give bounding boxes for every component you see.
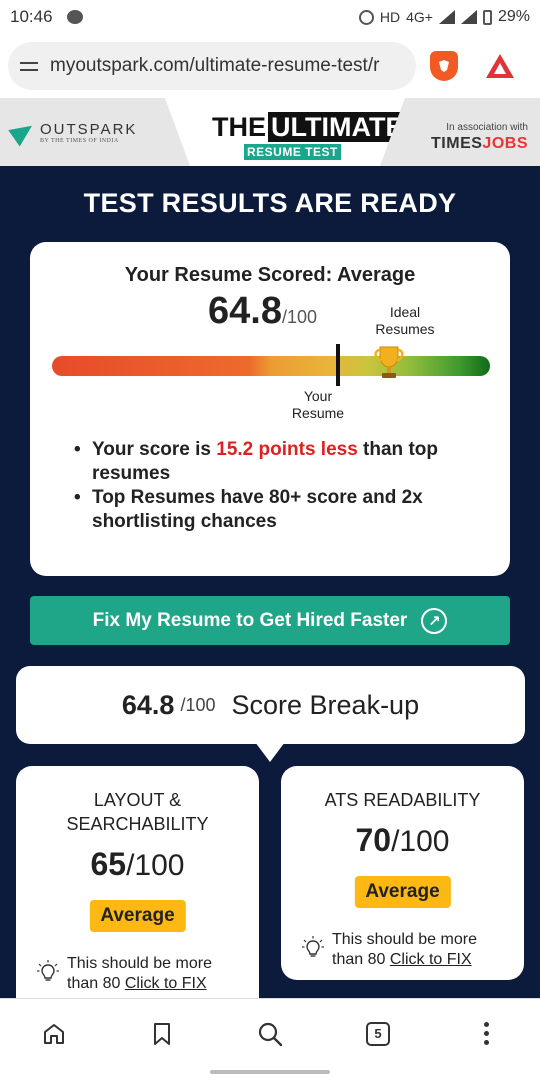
signal-icon-2 [460,10,477,24]
your-line-1: Your [303,388,333,404]
breakup-label: Score Break-up [231,689,420,720]
status-bar: 10:46 HD 4G+ 29% [0,0,540,34]
network-label: 4G+ [406,9,433,25]
hd-label: HD [379,9,401,25]
status-badge: Average [89,900,186,932]
search-button[interactable] [250,1014,290,1054]
card-title-line-1: LAYOUT & [93,790,182,810]
ultimate-resume-test-logo: THE ULTIMATE RESUME TEST [212,112,407,161]
bookmark-icon [154,1022,170,1045]
card-title-line-2: SEARCHABILITY [66,814,209,834]
url-text[interactable]: myoutspark.com/ultimate-resume-test/r [50,55,379,77]
insight-1-highlight: 15.2 points less [216,439,358,460]
timesjobs-logo[interactable]: In association with TIMESJOBS [431,122,528,153]
score-gauge [52,356,490,376]
jobs-text: JOBS [482,135,528,152]
your-score-marker [336,344,340,386]
insight-top-resumes: Top Resumes have 80+ score and 2x shortl… [74,486,484,534]
score-value: 64.8 [208,290,282,332]
card-title: ATS READABILITY [324,790,481,810]
more-vert-icon [483,1022,489,1045]
outspark-name: OUTSPARK [40,120,138,138]
breakup-pointer [255,742,285,762]
breakup-max: /100 [180,694,216,715]
improvement-tip: This should be more than 80 Click to FIX [37,954,247,994]
breakup-score: 64.8 [121,689,175,720]
trophy-icon [374,346,404,378]
card-score-max: /100 [126,849,185,882]
results-section: TEST RESULTS ARE READY Your Resume Score… [0,166,540,998]
fix-resume-label: Fix My Resume to Get Hired Faster [92,609,408,631]
signal-icon [438,10,455,24]
home-button[interactable] [34,1014,74,1054]
score-heading: Your Resume Scored: Average [124,264,416,286]
logo-the: THE [212,112,266,142]
score-card: Your Resume Scored: Average 64.8/100 Ide… [30,242,510,576]
logo-ultimate: ULTIMATE [268,112,407,142]
battery-percent: 29% [497,8,530,25]
times-text: TIMES [431,135,483,152]
card-title: LAYOUT & SEARCHABILITY [16,788,259,836]
insight-points-less: Your score is 15.2 points less than top … [74,438,484,486]
ideal-line-1: Ideal [389,304,421,320]
brave-shield-icon[interactable] [430,51,458,81]
card-score-value: 70 [355,822,392,858]
site-settings-icon[interactable] [20,58,40,74]
your-line-2: Resume [291,405,345,421]
card-score-max: /100 [391,825,450,858]
card-score: 70/100 [281,822,524,859]
improvement-tip: This should be more than 80 Click to FIX [302,930,512,970]
gesture-bar [210,1070,330,1074]
logo-resume-test: RESUME TEST [244,144,341,160]
fix-resume-button[interactable]: Fix My Resume to Get Hired Faster ↗ [30,596,510,645]
search-icon [258,1022,283,1046]
click-to-fix-link[interactable]: Click to FIX [125,975,207,992]
insight-1-prefix: Your score is [92,439,217,460]
menu-button[interactable] [466,1014,506,1054]
battery-icon [482,9,492,25]
score-breakup-header: 64.8 /100 Score Break-up [16,666,525,744]
lightbulb-icon [302,936,324,957]
card-score: 65/100 [16,846,259,883]
status-time: 10:46 [10,7,53,26]
ideal-resumes-label: Ideal Resumes [370,304,440,338]
ats-readability-card: ATS READABILITY 70/100 Average This shou… [281,766,524,980]
arrow-up-right-icon: ↗ [421,607,448,634]
score-max: /100 [281,307,318,327]
brave-rewards-icon[interactable] [486,54,514,78]
bookmark-button[interactable] [142,1014,182,1054]
score-insights: Your score is 15.2 points less than top … [74,438,484,534]
status-badge: Average [354,876,451,908]
association-text: In association with [446,122,528,133]
timesjobs-wordmark: TIMESJOBS [431,135,528,153]
status-icons: HD 4G+ 29% [358,8,530,26]
click-to-fix-link[interactable]: Click to FIX [390,951,472,968]
outspark-subtitle: BY THE TIMES OF INDIA [40,137,119,144]
outspark-arrow-icon [8,117,38,147]
page-title: TEST RESULTS ARE READY [83,188,457,218]
ideal-line-2: Resumes [375,321,435,337]
alarm-icon [358,9,374,25]
tab-count: 5 [366,1021,390,1046]
your-resume-label: Your Resume [278,388,358,422]
tabs-button[interactable]: 5 [358,1014,398,1054]
card-score-value: 65 [90,846,127,882]
chat-notification-icon [66,10,83,24]
outspark-logo[interactable]: OUTSPARK BY THE TIMES OF INDIA [0,98,190,166]
overall-score: 64.8/100 [208,290,317,333]
address-bar[interactable]: myoutspark.com/ultimate-resume-test/r [8,42,416,90]
browser-toolbar: myoutspark.com/ultimate-resume-test/r [0,34,540,98]
layout-searchability-card: LAYOUT & SEARCHABILITY 65/100 Average Thi… [16,766,259,998]
lightbulb-icon [37,960,59,981]
browser-bottom-nav: 5 [0,998,540,1068]
home-icon [44,1023,64,1044]
